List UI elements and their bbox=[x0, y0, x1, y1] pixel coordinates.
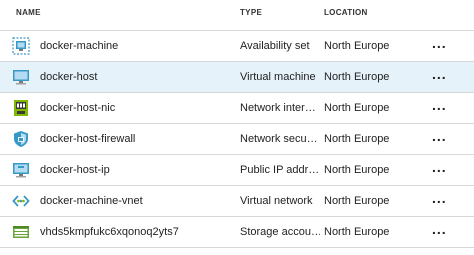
resources-table: NAME TYPE LOCATION docker-machine Availa… bbox=[0, 0, 474, 248]
table-row[interactable]: docker-host-nic Network inter… North Eur… bbox=[0, 93, 474, 124]
network-security-group-icon bbox=[12, 130, 30, 148]
resource-name[interactable]: vhds5kmpfukc6xqonoq2yts7 bbox=[40, 226, 232, 238]
resource-type: Availability set bbox=[240, 40, 310, 52]
resource-location: North Europe bbox=[324, 226, 390, 238]
more-options-button[interactable]: ... bbox=[432, 128, 447, 144]
resource-location: North Europe bbox=[324, 71, 390, 83]
more-options-button[interactable]: ... bbox=[432, 97, 447, 113]
resource-type: Virtual network bbox=[240, 195, 313, 207]
availability-set-icon bbox=[12, 37, 30, 55]
resource-type: Virtual machine bbox=[240, 71, 316, 83]
more-options-button[interactable]: ... bbox=[432, 159, 447, 175]
more-options-button[interactable]: ... bbox=[432, 221, 447, 237]
resource-type: Storage accou… bbox=[240, 226, 320, 238]
resource-name[interactable]: docker-host-nic bbox=[40, 102, 232, 114]
resource-location: North Europe bbox=[324, 102, 390, 114]
resource-name[interactable]: docker-host bbox=[40, 71, 232, 83]
storage-account-icon bbox=[12, 223, 30, 241]
resource-type: Network secu… bbox=[240, 133, 318, 145]
resource-location: North Europe bbox=[324, 195, 390, 207]
table-row[interactable]: vhds5kmpfukc6xqonoq2yts7 Storage accou… … bbox=[0, 217, 474, 248]
virtual-machine-icon bbox=[12, 68, 30, 86]
resource-name[interactable]: docker-machine bbox=[40, 40, 232, 52]
table-row[interactable]: docker-host-ip Public IP addr… North Eur… bbox=[0, 155, 474, 186]
more-options-button[interactable]: ... bbox=[432, 190, 447, 206]
resource-location: North Europe bbox=[324, 40, 390, 52]
table-row[interactable]: docker-host-firewall Network secu… North… bbox=[0, 124, 474, 155]
virtual-network-icon bbox=[12, 192, 30, 210]
table-row[interactable]: docker-host Virtual machine North Europe… bbox=[0, 62, 474, 93]
resource-name[interactable]: docker-host-ip bbox=[40, 164, 232, 176]
resource-location: North Europe bbox=[324, 164, 390, 176]
resource-name[interactable]: docker-host-firewall bbox=[40, 133, 232, 145]
table-row[interactable]: docker-machine Availability set North Eu… bbox=[0, 31, 474, 62]
network-interface-icon bbox=[12, 99, 30, 117]
more-options-button[interactable]: ... bbox=[432, 35, 447, 51]
column-header-type[interactable]: TYPE bbox=[240, 8, 262, 17]
resource-type: Public IP addr… bbox=[240, 164, 320, 176]
resource-type: Network inter… bbox=[240, 102, 316, 114]
more-options-button[interactable]: ... bbox=[432, 66, 447, 82]
resource-name[interactable]: docker-machine-vnet bbox=[40, 195, 232, 207]
table-header: NAME TYPE LOCATION bbox=[0, 0, 474, 31]
column-header-location[interactable]: LOCATION bbox=[324, 8, 368, 17]
column-header-name[interactable]: NAME bbox=[16, 8, 41, 17]
resource-location: North Europe bbox=[324, 133, 390, 145]
table-row[interactable]: docker-machine-vnet Virtual network Nort… bbox=[0, 186, 474, 217]
public-ip-icon bbox=[12, 161, 30, 179]
